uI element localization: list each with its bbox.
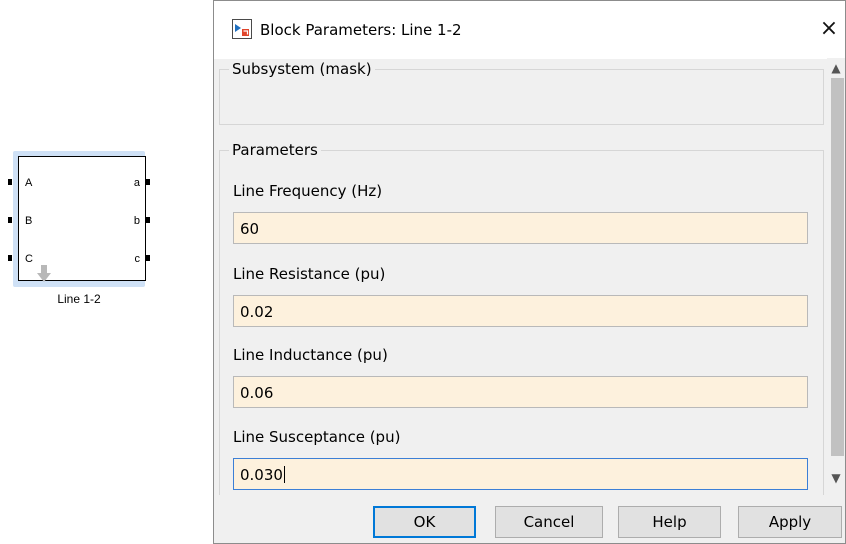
text-caret	[283, 466, 285, 483]
block-body[interactable]: A B C a b c	[18, 156, 146, 282]
simulink-app-icon	[232, 19, 252, 39]
line-susceptance-input[interactable]: 0.030	[233, 458, 808, 490]
dialog-titlebar[interactable]: Block Parameters: Line 1-2 ×	[214, 1, 845, 59]
help-button[interactable]: Help	[618, 506, 721, 538]
subsystem-legend: Subsystem (mask)	[229, 60, 375, 78]
scroll-up-icon[interactable]: ▲	[828, 60, 844, 76]
port-a-in[interactable]	[8, 179, 12, 185]
port-b-out[interactable]	[146, 217, 150, 223]
parameters-legend: Parameters	[229, 141, 321, 159]
port-label-c-out: c	[134, 253, 141, 265]
line-frequency-label: Line Frequency (Hz)	[233, 182, 383, 200]
port-label-c-in: C	[25, 253, 33, 265]
line-susceptance-value: 0.030	[240, 466, 283, 484]
simulink-block[interactable]: A B C a b c Line 1-2	[8, 150, 150, 310]
line-frequency-input[interactable]: 60	[233, 212, 808, 244]
scroll-down-icon[interactable]: ▼	[828, 470, 844, 486]
port-label-b-in: B	[25, 215, 33, 227]
port-label-a-in: A	[25, 177, 33, 189]
port-label-b-out: b	[133, 215, 140, 227]
port-c-out[interactable]	[146, 255, 150, 261]
line-resistance-label: Line Resistance (pu)	[233, 265, 386, 283]
dialog-title: Block Parameters: Line 1-2	[260, 21, 462, 39]
port-a-out[interactable]	[146, 179, 150, 185]
line-susceptance-label: Line Susceptance (pu)	[233, 428, 401, 446]
line-inductance-label: Line Inductance (pu)	[233, 346, 388, 364]
cancel-button[interactable]: Cancel	[495, 506, 603, 538]
close-button[interactable]: ×	[817, 15, 841, 43]
port-c-in[interactable]	[8, 255, 12, 261]
block-name-label[interactable]: Line 1-2	[8, 292, 150, 306]
apply-button[interactable]: Apply	[738, 506, 842, 538]
scroll-thumb[interactable]	[831, 78, 844, 456]
port-label-a-out: a	[133, 177, 140, 189]
down-arrow-icon	[37, 265, 51, 282]
port-b-in[interactable]	[8, 217, 12, 223]
line-resistance-input[interactable]: 0.02	[233, 295, 808, 327]
ok-button[interactable]: OK	[373, 506, 476, 538]
line-inductance-input[interactable]: 0.06	[233, 376, 808, 408]
